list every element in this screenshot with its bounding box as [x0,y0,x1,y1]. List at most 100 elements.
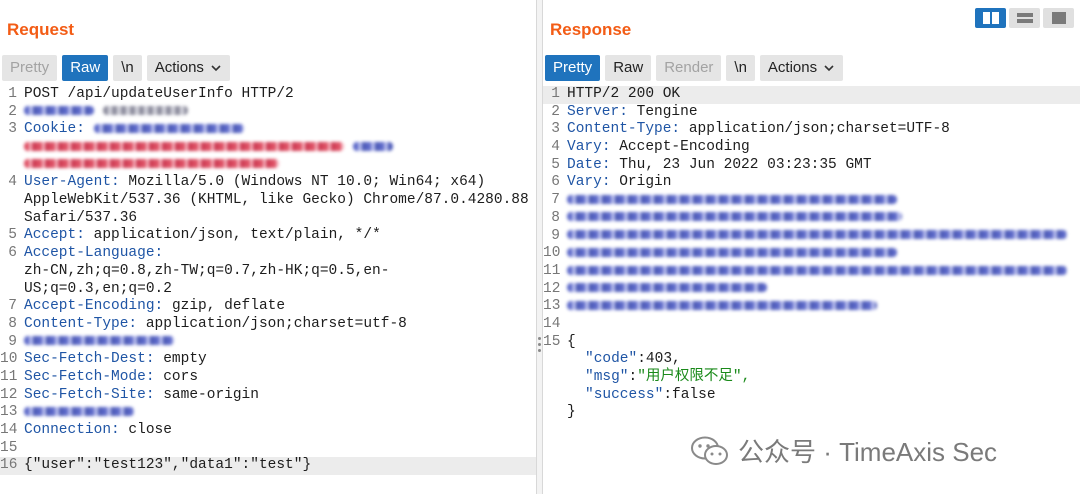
columns-icon [982,12,999,24]
header-key: Sec-Fetch-Dest [24,351,146,368]
redacted-text [24,407,134,417]
line-number: 11 [0,369,18,386]
request-pretty-tab[interactable]: Pretty [2,55,58,81]
line-number: 12 [0,386,18,403]
header-value: Origin [619,174,672,191]
redacted-text [567,283,767,293]
request-pane: Request Pretty Raw \n Actions 1 POST /api… [0,0,536,494]
line-number: 9 [8,333,17,350]
request-line: POST /api/updateUserInfo HTTP/2 [24,86,294,102]
layout-single-button[interactable] [1043,8,1074,28]
redacted-text [567,300,877,310]
grip-dot [538,337,541,340]
response-pretty-tab[interactable]: Pretty [545,55,601,81]
line-number: 4 [8,174,17,191]
code-line: 3 Content-Type: application/json;charset=… [543,121,1080,139]
code-line: 4 Vary: Accept-Encoding [543,139,1080,157]
code-line: 8 Content-Type: application/json;charset=… [0,316,536,334]
code-line: 9 [543,228,1080,246]
layout-stacked-button[interactable] [1009,8,1040,28]
header-separator: : [671,121,689,138]
header-key: Connection [24,422,112,439]
response-raw-tab[interactable]: Raw [605,55,652,81]
header-key: Sec-Fetch-Mode [24,369,146,386]
line-number: 4 [551,139,560,156]
json-separator: : [637,351,646,368]
response-actions-button[interactable]: Actions [759,55,844,81]
line-number: 12 [543,280,561,297]
json-separator: : [663,386,673,403]
redacted-text [567,247,897,257]
header-separator: : [154,298,172,315]
line-number: 6 [551,174,560,191]
line-number: 9 [551,227,560,244]
code-line: "msg":"用户权限不足", [543,369,1080,387]
code-line: 11 [543,263,1080,281]
line-number: 10 [0,351,18,368]
header-key: Vary [567,174,602,191]
redacted-cookie [24,159,279,169]
response-render-tab[interactable]: Render [656,55,722,81]
line-number: 6 [8,245,17,262]
line-number: 11 [543,262,561,279]
redacted-text [567,265,1067,275]
request-newline-toggle[interactable]: \n [113,55,142,81]
json-key: "msg" [585,369,629,385]
pane-divider[interactable] [536,0,543,494]
redacted-cookie [352,141,393,151]
line-number: 13 [543,298,561,315]
json-open-brace: { [567,333,576,350]
json-value: false [672,386,716,403]
layout-side-by-side-button[interactable] [975,8,1006,28]
header-key: Accept-Encoding [24,298,155,315]
chevron-down-icon [824,65,834,72]
request-editor[interactable]: 1 POST /api/updateUserInfo HTTP/2 2 3 Cook… [0,86,536,494]
header-key: Content-Type [567,121,672,138]
header-separator: : [154,245,164,262]
code-line: 5 Accept: application/json, text/plain, *… [0,227,536,245]
response-title: Response [550,20,632,39]
request-title: Request [7,20,75,39]
json-key: "success" [585,386,664,403]
header-value: gzip, deflate [171,298,286,315]
code-line: 4 User-Agent: Mozilla/5.0 (Windows NT 10.… [0,174,536,227]
header-separator: : [145,369,164,386]
line-number: 14 [0,422,18,439]
code-line: 12 Sec-Fetch-Site: same-origin [0,387,536,405]
line-number: 3 [551,121,560,138]
request-toolbar: Pretty Raw \n Actions [2,55,230,81]
line-number: 14 [543,315,561,332]
code-line: 15 { [543,334,1080,352]
line-number: 10 [543,245,561,262]
header-value: cors [163,369,199,386]
watermark-text: 公众号 · TimeAxis Sec [738,437,998,467]
response-toolbar: Pretty Raw Render \n Actions [545,55,844,81]
code-line: 1 POST /api/updateUserInfo HTTP/2 [0,86,536,104]
header-key: Cookie [24,121,77,138]
json-separator: : [628,369,638,385]
redacted-text [102,106,188,116]
line-number: 1 [8,86,17,102]
code-line: 9 [0,334,536,352]
code-line: 13 [543,298,1080,316]
code-line: 10 [543,245,1080,263]
header-key: Content-Type [24,315,129,332]
line-number: 8 [8,315,17,332]
line-number: 1 [551,86,560,102]
redacted-cookie [24,141,344,151]
line-number: 15 [0,439,18,456]
code-line-body: 16 {"user":"test123","data1":"test"} [0,457,536,476]
code-line: 5 Date: Thu, 23 Jun 2022 03:23:35 GMT [543,157,1080,175]
chevron-down-icon [211,65,221,72]
header-separator: : [601,139,620,156]
header-separator: : [145,351,164,368]
request-raw-tab[interactable]: Raw [62,55,109,81]
header-separator: : [601,174,620,191]
request-actions-button[interactable]: Actions [146,55,230,81]
header-value: Tengine [636,103,698,120]
response-newline-toggle[interactable]: \n [726,55,755,81]
header-value: application/json, text/plain, */* [93,227,381,244]
header-value: zh-CN,zh;q=0.8,zh-TW;q=0.7,zh-HK;q=0.5,e… [24,262,390,297]
redacted-text [24,336,174,346]
code-line: 10 Sec-Fetch-Dest: empty [0,351,536,369]
